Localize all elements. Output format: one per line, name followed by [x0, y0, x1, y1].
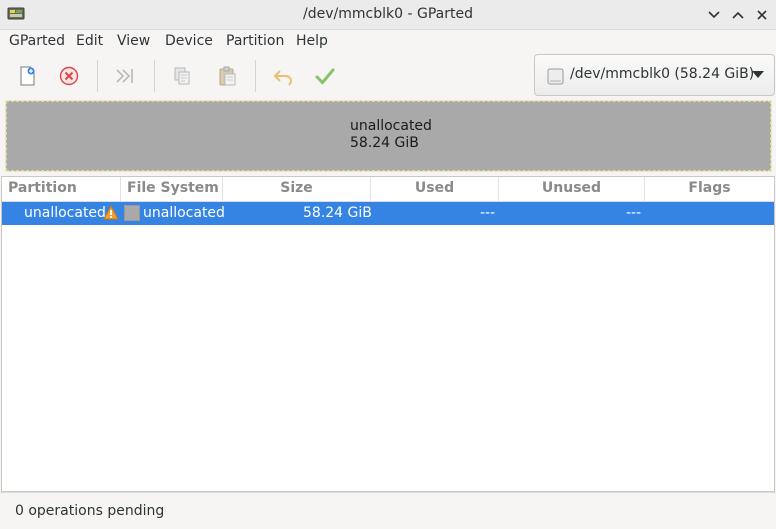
file-system-color-swatch	[124, 205, 140, 221]
device-selector-label: /dev/mmcblk0 (58.24 GiB)	[570, 66, 755, 82]
chevron-up-icon	[732, 11, 744, 19]
used-cell: ---	[480, 205, 496, 221]
device-selector[interactable]: /dev/mmcblk0 (58.24 GiB)	[534, 54, 775, 96]
copy-icon	[174, 67, 190, 85]
toolbar-separator	[154, 60, 155, 92]
resize-move-icon	[116, 69, 133, 83]
delete-partition-icon	[59, 66, 79, 86]
close-window-button[interactable]	[752, 5, 772, 25]
copy-button[interactable]	[168, 62, 196, 90]
file-system-cell: unallocated	[143, 205, 225, 221]
paste-icon	[219, 66, 236, 86]
column-header-size[interactable]: Size	[223, 177, 371, 202]
delete-partition-button[interactable]	[55, 62, 83, 90]
menu-edit[interactable]: Edit	[76, 33, 103, 49]
column-header-unused[interactable]: Unused	[499, 177, 645, 202]
menu-gparted[interactable]: GParted	[9, 33, 65, 49]
window-title: /dev/mmcblk0 - GParted	[303, 6, 473, 22]
menu-view[interactable]: View	[117, 33, 150, 49]
paste-button[interactable]	[213, 62, 241, 90]
resize-move-button[interactable]	[111, 62, 139, 90]
column-header-file-system[interactable]: File System	[121, 177, 223, 202]
chevron-down-icon	[708, 11, 720, 19]
close-icon	[757, 10, 767, 20]
apply-icon	[315, 68, 335, 85]
disk-map-partition-name: unallocated	[350, 118, 432, 134]
unused-cell: ---	[626, 205, 642, 221]
size-cell: 58.24 GiB	[303, 205, 372, 221]
toolbar-separator	[255, 60, 256, 92]
status-bar: 0 operations pending	[0, 492, 776, 529]
operations-pending-status: 0 operations pending	[15, 503, 165, 519]
menu-help[interactable]: Help	[296, 33, 328, 49]
new-partition-button[interactable]	[13, 62, 41, 90]
maximize-button[interactable]	[728, 5, 748, 25]
column-header-used[interactable]: Used	[371, 177, 499, 202]
menu-device[interactable]: Device	[165, 33, 213, 49]
new-partition-icon	[20, 66, 35, 86]
column-header-partition[interactable]: Partition	[2, 177, 121, 202]
menu-partition[interactable]: Partition	[226, 33, 284, 49]
menu-bar: GParted Edit View Device Partition Help	[0, 30, 776, 54]
column-header-flags[interactable]: Flags	[645, 177, 774, 202]
table-header: Partition File System Size Used Unused F…	[2, 177, 774, 202]
drive-icon	[547, 68, 564, 85]
dropdown-arrow-icon	[752, 71, 764, 78]
partition-table: Partition File System Size Used Unused F…	[1, 176, 775, 492]
disk-map[interactable]: unallocated 58.24 GiB	[5, 100, 772, 172]
partition-cell: unallocated	[24, 205, 106, 221]
toolbar-separator	[97, 60, 98, 92]
disk-map-partition-size: 58.24 GiB	[350, 135, 419, 151]
minimize-button[interactable]	[704, 5, 724, 25]
undo-button[interactable]	[269, 62, 297, 90]
warning-icon	[103, 205, 119, 220]
title-bar: /dev/mmcblk0 - GParted	[0, 0, 776, 30]
apply-button[interactable]	[311, 62, 339, 90]
table-row[interactable]: unallocated unallocated 58.24 GiB --- --…	[2, 202, 774, 225]
undo-icon	[273, 70, 293, 86]
disk-map-segment-label: unallocated 58.24 GiB	[350, 118, 432, 152]
